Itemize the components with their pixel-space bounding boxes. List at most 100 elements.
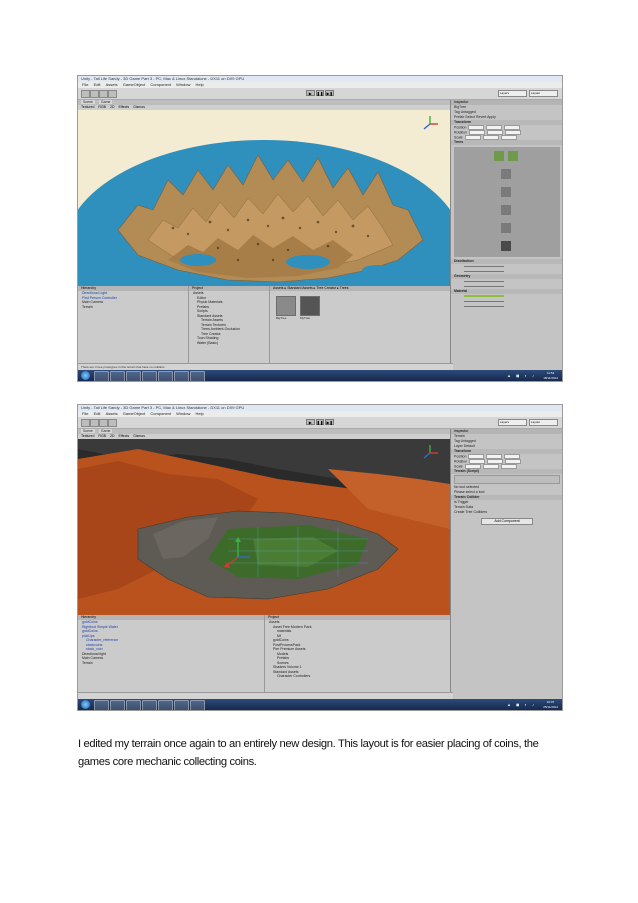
menu-gameobject[interactable]: GameObject bbox=[123, 82, 145, 87]
pause-icon[interactable]: ❚❚ bbox=[315, 90, 325, 96]
move-tool-icon[interactable] bbox=[90, 419, 99, 427]
rotate-tool-icon[interactable] bbox=[99, 419, 108, 427]
branch-node-icon[interactable] bbox=[501, 187, 511, 197]
tab-game[interactable]: Game bbox=[98, 429, 113, 433]
system-tray-icons[interactable]: ▲ ◼ ◐ ♪ bbox=[507, 702, 536, 707]
menu-file[interactable]: File bbox=[82, 411, 88, 416]
inspector-panel: Inspector BigTree Tag Untagged Prefab Se… bbox=[450, 100, 562, 370]
project-folder[interactable]: Water (Basic) bbox=[189, 341, 269, 346]
ie-taskbar-icon[interactable] bbox=[94, 700, 109, 710]
render-mode-dropdown[interactable]: Textured bbox=[81, 434, 94, 438]
hierarchy-item[interactable]: Terrain bbox=[78, 661, 264, 666]
explorer-taskbar-icon[interactable] bbox=[110, 371, 125, 381]
project-panel: Project Assets Editor Physic Materials P… bbox=[189, 286, 270, 370]
media-taskbar-icon[interactable] bbox=[126, 371, 141, 381]
2d-toggle[interactable]: 2D bbox=[110, 434, 114, 438]
explorer-taskbar-icon[interactable] bbox=[110, 700, 125, 710]
folder-taskbar-icon[interactable] bbox=[174, 371, 189, 381]
pause-icon[interactable]: ❚❚ bbox=[315, 419, 325, 425]
step-icon[interactable]: ▶❚ bbox=[325, 419, 335, 425]
menu-gameobject[interactable]: GameObject bbox=[123, 411, 145, 416]
tab-scene[interactable]: Scene bbox=[81, 429, 95, 433]
tree-asset-icon[interactable] bbox=[276, 296, 296, 316]
terrain-script-header[interactable]: Terrain (Script) bbox=[451, 469, 562, 474]
menu-assets[interactable]: Assets bbox=[106, 82, 118, 87]
tree-node-icon[interactable] bbox=[508, 151, 518, 161]
hierarchy-panel: Hierarchy Directional Light First Person… bbox=[78, 286, 189, 370]
menu-file[interactable]: File bbox=[82, 82, 88, 87]
start-button-icon[interactable] bbox=[81, 371, 90, 380]
project-folder[interactable]: Character Controllers bbox=[265, 674, 450, 679]
layers-dropdown[interactable]: Layers bbox=[498, 90, 527, 97]
tree-asset-icon[interactable] bbox=[300, 296, 320, 316]
branch-node-icon[interactable] bbox=[501, 223, 511, 233]
effects-toggle[interactable]: Effects bbox=[118, 105, 129, 109]
menu-component[interactable]: Component bbox=[150, 411, 171, 416]
tab-scene[interactable]: Scene bbox=[81, 100, 95, 104]
scene-viewport[interactable] bbox=[78, 110, 450, 286]
branch-node-icon[interactable] bbox=[501, 205, 511, 215]
render-mode-dropdown[interactable]: Textured bbox=[81, 105, 94, 109]
menu-edit[interactable]: Edit bbox=[94, 411, 101, 416]
asset-path: Assets ▸ Standard Assets ▸ Tree Creator … bbox=[270, 286, 450, 291]
document-caption: I edited my terrain once again to an ent… bbox=[78, 738, 539, 769]
layout-dropdown[interactable]: Layout bbox=[529, 90, 558, 97]
step-icon[interactable]: ▶❚ bbox=[325, 90, 335, 96]
layout-dropdown[interactable]: Layout bbox=[529, 419, 558, 426]
asset-label: MyTree bbox=[300, 316, 311, 320]
menu-component[interactable]: Component bbox=[150, 82, 171, 87]
unity-taskbar-icon[interactable] bbox=[158, 700, 173, 710]
hand-tool-icon[interactable] bbox=[81, 419, 90, 427]
playback-controls: ▶ ❚❚ ▶❚ bbox=[306, 419, 335, 425]
clock[interactable]: 10:07 25/11/2014 bbox=[543, 700, 558, 709]
create-tree-colliders-checkbox[interactable]: Create Tree Colliders bbox=[451, 510, 562, 515]
screenshot-terrain-mountains: Unity - Tall Life Sandy - 3D Game Part 3… bbox=[77, 75, 563, 382]
word-taskbar-icon[interactable] bbox=[190, 700, 205, 710]
gizmos-dropdown[interactable]: Gizmos bbox=[133, 434, 145, 438]
system-tray-icons[interactable]: ▲ ◼ ◐ ♪ bbox=[507, 373, 536, 378]
layers-dropdown[interactable]: Layers bbox=[498, 419, 527, 426]
word-taskbar-icon[interactable] bbox=[190, 371, 205, 381]
effects-toggle[interactable]: Effects bbox=[118, 434, 129, 438]
play-icon[interactable]: ▶ bbox=[306, 419, 315, 425]
move-tool-icon[interactable] bbox=[90, 90, 99, 98]
hand-tool-icon[interactable] bbox=[81, 90, 90, 98]
ie-taskbar-icon[interactable] bbox=[94, 371, 109, 381]
menu-edit[interactable]: Edit bbox=[94, 82, 101, 87]
terrain-tools-bar[interactable] bbox=[454, 475, 560, 484]
chrome-taskbar-icon[interactable] bbox=[142, 700, 157, 710]
start-button-icon[interactable] bbox=[81, 700, 90, 709]
tree-node-icon[interactable] bbox=[494, 151, 504, 161]
unity-taskbar-icon[interactable] bbox=[158, 371, 173, 381]
menu-help[interactable]: Help bbox=[196, 411, 204, 416]
scale-tool-icon[interactable] bbox=[108, 419, 117, 427]
menu-assets[interactable]: Assets bbox=[106, 411, 118, 416]
clock[interactable]: 11:54 18/11/2014 bbox=[543, 371, 558, 380]
scale-tool-icon[interactable] bbox=[108, 90, 117, 98]
scene-viewport[interactable] bbox=[78, 439, 450, 615]
project-panel: Project Assets Asset Free Modern Pack ma… bbox=[265, 615, 450, 699]
trees-header[interactable]: Trees bbox=[451, 140, 562, 145]
menu-window[interactable]: Window bbox=[176, 82, 190, 87]
terrain-render bbox=[78, 439, 450, 615]
rgb-dropdown[interactable]: RGB bbox=[98, 434, 106, 438]
tab-game[interactable]: Game bbox=[98, 100, 113, 104]
rgb-dropdown[interactable]: RGB bbox=[98, 105, 106, 109]
tree-hierarchy-graph[interactable] bbox=[454, 147, 560, 257]
play-icon[interactable]: ▶ bbox=[306, 90, 315, 96]
folder-taskbar-icon[interactable] bbox=[174, 700, 189, 710]
2d-toggle[interactable]: 2D bbox=[110, 105, 114, 109]
hierarchy-item[interactable]: Terrain bbox=[78, 305, 188, 310]
bottom-panels: Hierarchy goldCoins Rightfoot Simple Wat… bbox=[78, 615, 450, 699]
windows-taskbar: ▲ ◼ ◐ ♪ 11:54 18/11/2014 bbox=[78, 370, 562, 381]
media-taskbar-icon[interactable] bbox=[126, 700, 141, 710]
chrome-taskbar-icon[interactable] bbox=[142, 371, 157, 381]
menu-window[interactable]: Window bbox=[176, 411, 190, 416]
branch-node-icon[interactable] bbox=[501, 169, 511, 179]
rotate-tool-icon[interactable] bbox=[99, 90, 108, 98]
add-component-button[interactable]: Add Component bbox=[481, 518, 533, 525]
gizmos-dropdown[interactable]: Gizmos bbox=[133, 105, 145, 109]
terrain-render bbox=[78, 110, 450, 286]
menu-help[interactable]: Help bbox=[196, 82, 204, 87]
root-node-icon[interactable] bbox=[501, 241, 511, 251]
